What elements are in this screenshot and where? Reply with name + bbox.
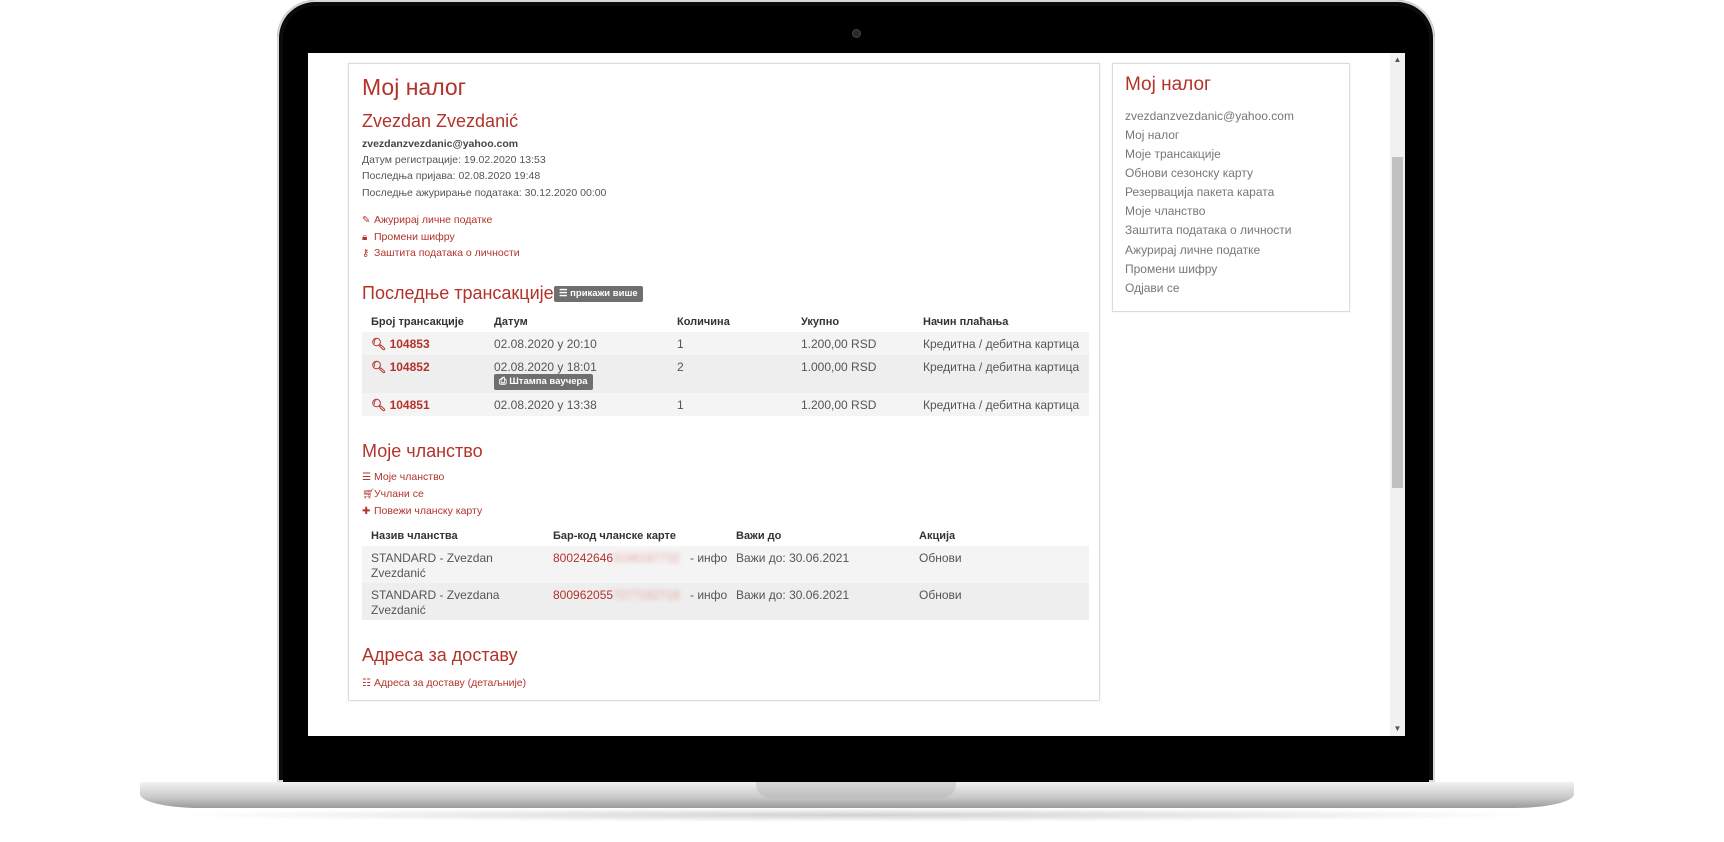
- scroll-up-icon[interactable]: ▲: [1390, 54, 1405, 66]
- sidebar-item-change-password[interactable]: Промени шифру: [1125, 262, 1217, 276]
- membership-name: STANDARD - Zvezdan Zvezdanić: [371, 551, 493, 580]
- update-details-link[interactable]: ✎ Ажурирај личне податке: [362, 210, 492, 228]
- info-link[interactable]: - инфо: [690, 551, 727, 565]
- transaction-link[interactable]: 🔍︎ 104853: [371, 337, 430, 351]
- edit-icon: ✎: [362, 215, 371, 226]
- valid-until: Важи до: 30.06.2021: [736, 551, 850, 565]
- transaction-total: 1.000,00 RSD: [801, 360, 877, 374]
- show-more-button[interactable]: ☰ прикажи више: [554, 286, 643, 302]
- page-title: Мој налог: [362, 74, 467, 100]
- key-icon: ⚷: [362, 248, 370, 259]
- laptop-shadow: [160, 808, 1554, 822]
- transaction-qty: 2: [677, 360, 684, 374]
- print-voucher-button[interactable]: ⎙ Штампа ваучера: [494, 374, 593, 390]
- my-membership-link[interactable]: ☰ Моје чланство: [362, 467, 444, 485]
- user-name: Zvezdan Zvezdanić: [362, 111, 519, 131]
- transaction-payment: Кредитна / дебитна картица: [923, 398, 1080, 412]
- col-payment: Начин плаћања: [923, 316, 1009, 328]
- delivery-details-link[interactable]: ☷ Адреса за доставу (детаљније): [362, 673, 526, 691]
- laptop-notch: [756, 782, 956, 798]
- renew-link[interactable]: Обнови: [919, 551, 962, 565]
- link-card-link[interactable]: ✚ Повежи чланску карту: [362, 501, 482, 519]
- sidebar-item-transactions[interactable]: Моје трансакције: [1125, 147, 1221, 161]
- camera-icon: [853, 30, 860, 37]
- info-link[interactable]: - инфо: [690, 588, 727, 602]
- list-icon: ☰: [362, 472, 371, 483]
- sidebar-item-account[interactable]: Мој налог: [1125, 128, 1179, 142]
- print-icon: ⎙: [499, 376, 510, 387]
- lock-icon: 🔒︎: [362, 232, 368, 243]
- sidebar-item-membership[interactable]: Моје чланство: [1125, 204, 1205, 218]
- search-icon: 🔍︎: [371, 337, 390, 351]
- col-date: Датум: [494, 316, 528, 328]
- membership-title: Моје чланство: [362, 441, 483, 461]
- col-barcode: Бар-код чланске карте: [553, 530, 677, 542]
- list-icon: ☰: [559, 288, 571, 299]
- barcode: 8009620557277182718: [553, 588, 680, 602]
- col-transaction-number: Број трансакције: [371, 316, 464, 328]
- scrollbar-thumb[interactable]: [1392, 157, 1403, 488]
- transaction-total: 1.200,00 RSD: [801, 337, 877, 351]
- transaction-date: 02.08.2020 у 18:01: [494, 360, 597, 374]
- transaction-payment: Кредитна / дебитна картица: [923, 337, 1080, 351]
- delivery-title: Адреса за доставу: [362, 645, 518, 665]
- plus-icon: ✚: [362, 506, 371, 517]
- transactions-title: Последње трансакције: [362, 283, 554, 303]
- renew-link[interactable]: Обнови: [919, 588, 962, 602]
- scroll-down-icon[interactable]: ▼: [1390, 723, 1405, 735]
- transaction-link[interactable]: 🔍︎ 104851: [371, 398, 430, 412]
- col-membership-name: Назив чланства: [371, 530, 458, 542]
- registration-date: Датум регистрације: 19.02.2020 13:53: [362, 154, 546, 166]
- col-action: Акција: [919, 530, 956, 542]
- membership-name: STANDARD - Zvezdana Zvezdanić: [371, 588, 500, 617]
- sidebar-item-update-details[interactable]: Ажурирај личне податке: [1125, 243, 1260, 257]
- join-link[interactable]: 🛒︎Учлани се: [362, 484, 424, 502]
- data-protection-link[interactable]: ⚷ Заштита података о личности: [362, 243, 520, 261]
- transaction-date: 02.08.2020 у 13:38: [494, 398, 597, 412]
- search-icon: 🔍︎: [371, 360, 390, 374]
- transaction-qty: 1: [677, 337, 684, 351]
- last-update: Последње ажурирање података: 30.12.2020 …: [362, 187, 607, 199]
- user-email: zvezdanzvezdanic@yahoo.com: [362, 138, 519, 150]
- valid-until: Важи до: 30.06.2021: [736, 588, 850, 602]
- list-icon: ☷: [362, 678, 371, 689]
- transaction-date: 02.08.2020 у 20:10: [494, 337, 597, 351]
- sidebar-item-package-reservation[interactable]: Резервација пакета карата: [1125, 185, 1274, 199]
- barcode: 8002426463196167732: [553, 551, 680, 565]
- transaction-payment: Кредитна / дебитна картица: [923, 360, 1080, 374]
- sidebar-item-logout[interactable]: Одјави се: [1125, 281, 1180, 295]
- col-valid-until: Важи до: [736, 530, 782, 542]
- col-quantity: Количина: [677, 316, 730, 328]
- sidebar-item-email[interactable]: zvezdanzvezdanic@yahoo.com: [1125, 109, 1294, 123]
- cart-icon: 🛒︎: [362, 489, 375, 500]
- last-login: Последња пријава: 02.08.2020 19:48: [362, 170, 541, 182]
- transaction-link[interactable]: 🔍︎ 104852: [371, 360, 430, 374]
- transaction-total: 1.200,00 RSD: [801, 398, 877, 412]
- col-total: Укупно: [801, 316, 840, 328]
- sidebar-item-data-protection[interactable]: Заштита података о личности: [1125, 223, 1291, 237]
- transaction-qty: 1: [677, 398, 684, 412]
- sidebar-title: Мој налог: [1125, 74, 1211, 95]
- sidebar-item-season-ticket[interactable]: Обнови сезонску карту: [1125, 166, 1253, 180]
- search-icon: 🔍︎: [371, 398, 390, 412]
